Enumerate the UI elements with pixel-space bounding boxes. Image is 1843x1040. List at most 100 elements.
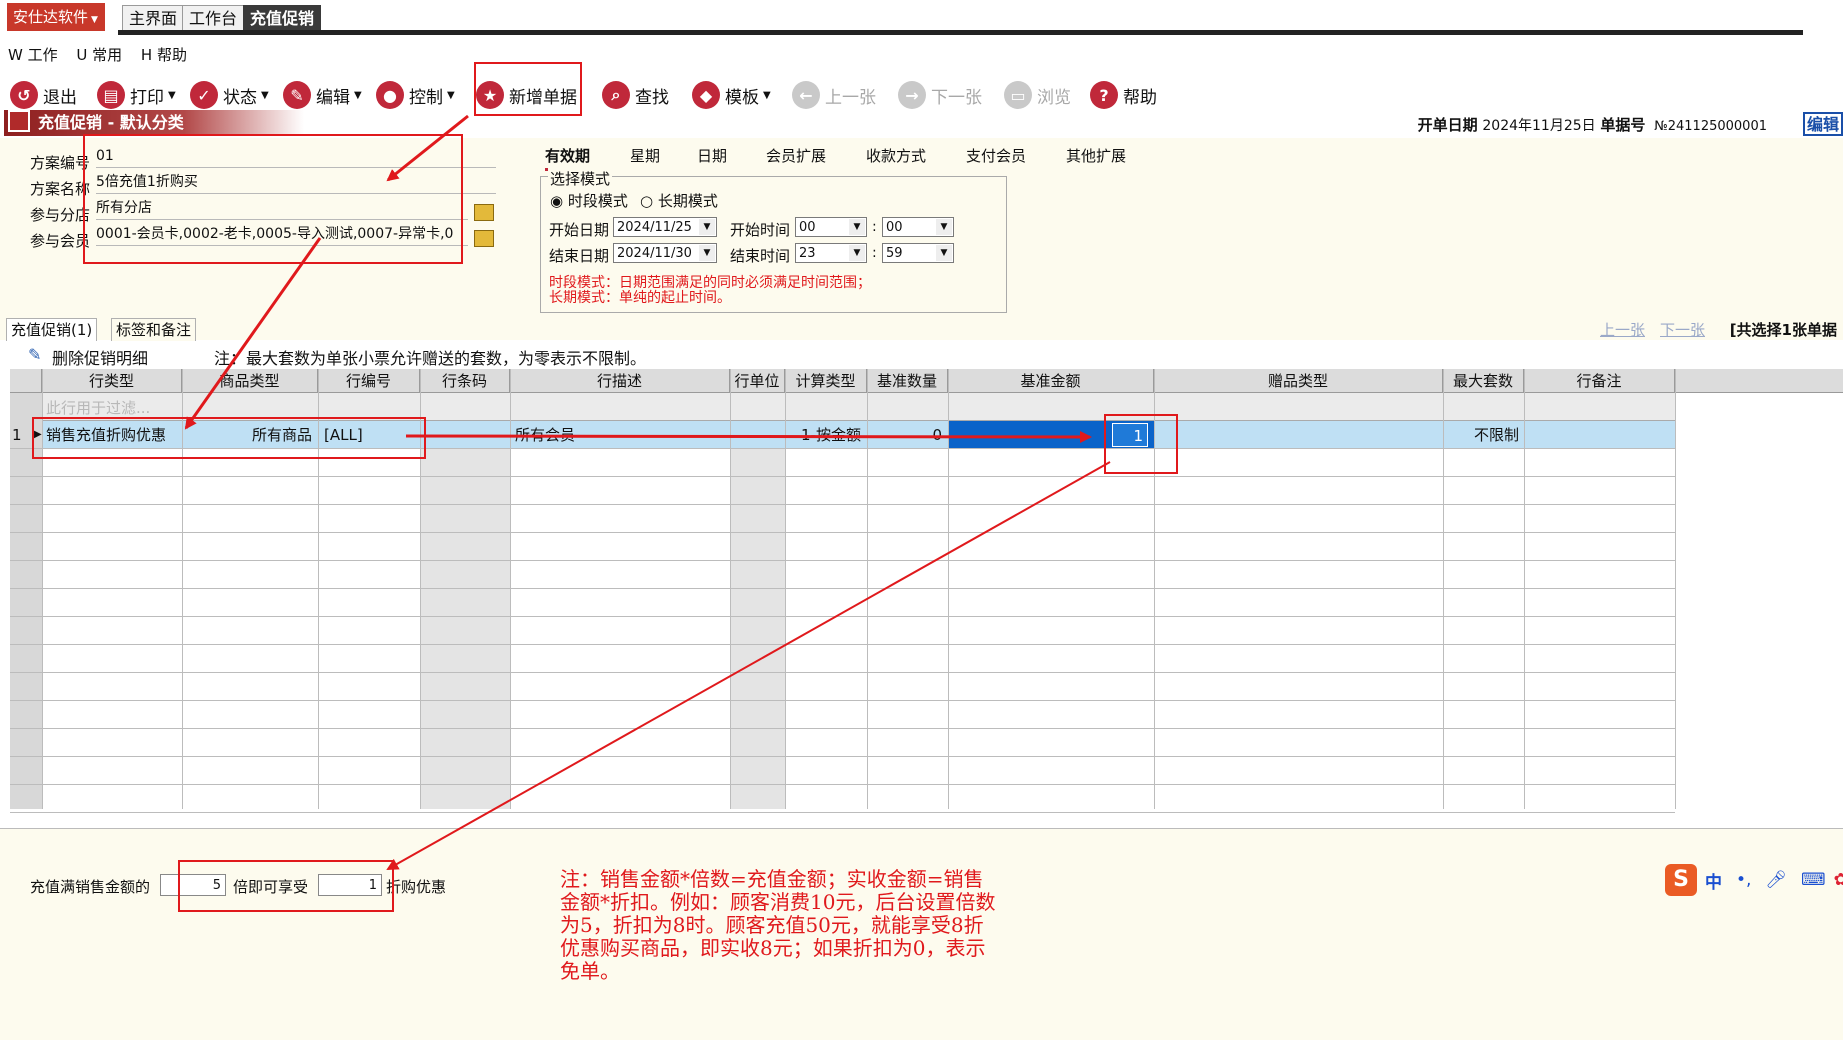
radio-checked-icon: ◉ xyxy=(550,192,564,210)
next-button[interactable]: → 下一张 xyxy=(898,78,982,112)
tab-recharge-promo[interactable]: 充值促销 xyxy=(243,5,322,31)
brand-menu[interactable]: 安仕达软件 ▼ xyxy=(7,3,105,31)
arrow-left-icon: ← xyxy=(792,81,820,109)
skin-icon[interactable]: ✿ xyxy=(1834,870,1843,890)
chevron-down-icon: ▼ xyxy=(936,219,952,235)
radio-period-mode[interactable]: ◉ 时段模式 xyxy=(550,190,628,211)
edit-button[interactable]: ✎ 编辑 ▼ xyxy=(283,78,362,112)
punctuation-icon[interactable]: •, xyxy=(1736,870,1751,890)
menu-common[interactable]: U 常用 xyxy=(76,44,122,65)
browse-button[interactable]: ▭ 浏览 xyxy=(1004,78,1071,112)
help-label: 帮助 xyxy=(1123,87,1157,108)
selection-count: [共选择1张单据 xyxy=(1729,321,1837,339)
control-label: 控制 xyxy=(409,87,443,108)
tab-recharge-detail[interactable]: 充值促销(1) xyxy=(6,318,98,341)
col-header-row-type[interactable]: 行类型 xyxy=(42,369,182,393)
folder-icon[interactable]: . xyxy=(474,204,494,221)
chevron-down-icon: ▼ xyxy=(763,89,771,101)
grid-column-line xyxy=(1675,369,1676,809)
multiple-input[interactable]: 5 xyxy=(160,874,226,896)
col-header-desc[interactable]: 行描述 xyxy=(510,369,730,393)
pencil-icon: ✎ xyxy=(28,345,42,364)
tab-workbench[interactable]: 工作台 xyxy=(182,5,245,31)
start-date-label: 开始日期 xyxy=(549,221,610,239)
col-header-blank xyxy=(1675,369,1843,393)
print-button[interactable]: ▤ 打印 ▼ xyxy=(97,78,176,112)
new-doc-button[interactable]: ★ 新增单据 xyxy=(476,78,577,112)
start-minute-select[interactable]: 00 ▼ xyxy=(882,217,954,237)
prev-button[interactable]: ← 上一张 xyxy=(792,78,876,112)
microphone-icon[interactable]: 🎤︎ xyxy=(1765,870,1787,890)
exit-button[interactable]: ↺ 退出 xyxy=(10,78,77,112)
menu-help[interactable]: H 帮助 xyxy=(141,44,187,65)
ime-language[interactable]: 中 xyxy=(1705,868,1722,893)
help-button[interactable]: ? 帮助 xyxy=(1090,78,1157,112)
plan-name-field[interactable]: 5倍充值1折购买 xyxy=(96,171,496,194)
edit-mode-badge[interactable]: 编辑 xyxy=(1803,112,1843,136)
tab-other-ext[interactable]: 其他扩展 xyxy=(1066,145,1126,166)
tab-pay-member[interactable]: 支付会员 xyxy=(966,145,1026,166)
end-date-picker[interactable]: 2024/11/30 ▼ xyxy=(613,243,717,263)
tab-date[interactable]: 日期 xyxy=(697,145,727,166)
grid-row-line xyxy=(10,449,1675,477)
folder-icon[interactable]: . xyxy=(474,230,494,247)
tab-main[interactable]: 主界面 xyxy=(122,5,185,31)
status-button[interactable]: ✓ 状态 ▼ xyxy=(190,78,269,112)
col-header-base-amount[interactable]: 基准金额 xyxy=(948,369,1154,393)
end-minute-select[interactable]: 59 ▼ xyxy=(882,243,954,263)
tab-week[interactable]: 星期 xyxy=(630,145,660,166)
sogou-logo-icon: S xyxy=(1665,864,1697,896)
col-header-max-sets[interactable]: 最大套数 xyxy=(1443,369,1524,393)
grid-row-line xyxy=(10,701,1675,729)
end-hour-select[interactable]: 23 ▼ xyxy=(795,243,867,263)
menu-work[interactable]: W 工作 xyxy=(8,44,58,65)
delete-detail-button[interactable]: 删除促销明细 xyxy=(52,345,148,369)
radio-longterm-mode[interactable]: ○ 长期模式 xyxy=(640,190,718,211)
member-field[interactable]: 0001-会员卡,0002-老卡,0005-导入测试,0007-异常卡,0 xyxy=(96,223,468,246)
pager-next[interactable]: 下一张 xyxy=(1660,319,1705,340)
store-field[interactable]: 所有分店 xyxy=(96,197,468,220)
exit-icon: ↺ xyxy=(10,81,38,109)
ime-toolbar[interactable]: S 中 •, 🎤︎ ⌨ ✿ xyxy=(1665,864,1843,896)
col-header-base-qty[interactable]: 基准数量 xyxy=(867,369,948,393)
chevron-down-icon: ▼ xyxy=(168,89,176,101)
chevron-down-icon: ▼ xyxy=(354,89,362,101)
grid-row-line xyxy=(10,477,1675,505)
max-sets-note: 注：最大套数为单张小票允许赠送的套数，为零表示不限制。 xyxy=(214,349,647,368)
search-icon: ⌕ xyxy=(602,81,630,109)
tab-underline xyxy=(118,30,1803,35)
keyboard-icon[interactable]: ⌨ xyxy=(1801,870,1826,890)
find-button[interactable]: ⌕ 查找 xyxy=(602,78,669,112)
pager-prev[interactable]: 上一张 xyxy=(1600,319,1645,340)
col-header-goods-type[interactable]: 商品类型 xyxy=(182,369,318,393)
discount-input[interactable]: 1 xyxy=(318,874,382,896)
start-time-label: 开始时间 xyxy=(730,221,791,239)
col-header-barcode[interactable]: 行条码 xyxy=(420,369,510,393)
grid-row-line xyxy=(10,729,1675,757)
control-button[interactable]: ● 控制 ▼ xyxy=(376,78,455,112)
check-icon: ✓ xyxy=(190,81,218,109)
user-icon: ● xyxy=(376,81,404,109)
col-header-remark[interactable]: 行备注 xyxy=(1524,369,1675,393)
star-icon: ★ xyxy=(476,81,504,109)
mode-hint-period: 时段模式：日期范围满足的同时必须满足时间范围； xyxy=(549,275,871,291)
plan-no-field[interactable]: 01 xyxy=(96,145,496,168)
tab-payment[interactable]: 收款方式 xyxy=(866,145,926,166)
col-header-row-no[interactable]: 行编号 xyxy=(318,369,420,393)
tab-member-ext[interactable]: 会员扩展 xyxy=(766,145,826,166)
doc-no-value: №241125000001 xyxy=(1654,119,1767,134)
start-hour-select[interactable]: 00 ▼ xyxy=(795,217,867,237)
tab-label-notes[interactable]: 标签和备注 xyxy=(111,318,197,341)
filter-row[interactable]: 此行用于过滤... xyxy=(42,393,1675,421)
col-header-calc-type[interactable]: 计算类型 xyxy=(785,369,867,393)
template-label: 模板 xyxy=(725,87,759,108)
col-header-unit[interactable]: 行单位 xyxy=(730,369,785,393)
start-date-picker[interactable]: 2024/11/25 ▼ xyxy=(613,217,717,237)
menu-bar: W 工作 U 常用 H 帮助 xyxy=(0,44,193,68)
folder-icon: ▭ xyxy=(1004,81,1032,109)
start-minute-value: 00 xyxy=(886,220,903,235)
col-header-gift-type[interactable]: 赠品类型 xyxy=(1154,369,1443,393)
store-label: 参与分店 xyxy=(30,206,91,224)
template-button[interactable]: ◆ 模板 ▼ xyxy=(692,78,771,112)
date-label: 开单日期 xyxy=(1417,116,1478,134)
